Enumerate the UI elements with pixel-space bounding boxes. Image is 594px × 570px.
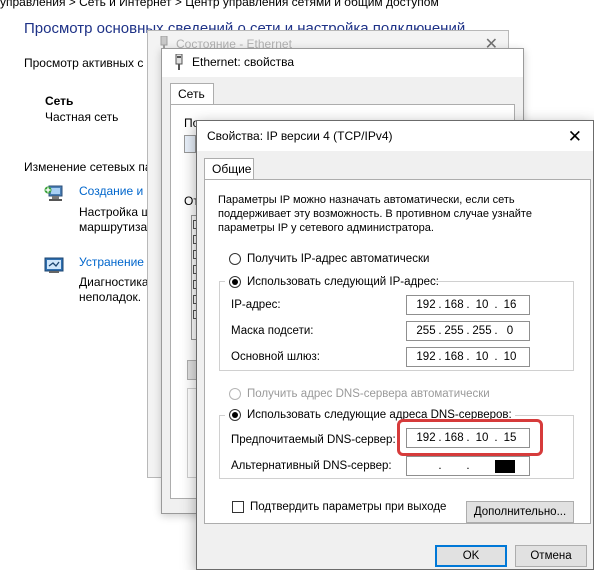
radio-manual-ip-label: Использовать следующий IP-адрес: bbox=[247, 276, 439, 288]
active-networks-label: Просмотр активных с bbox=[24, 56, 144, 70]
ipv4-properties-dialog: Свойства: IP версии 4 (TCP/IPv4) ✕ Общие… bbox=[196, 120, 594, 570]
pdns-octet-3[interactable]: 10 bbox=[472, 432, 492, 444]
tab-network[interactable]: Сеть bbox=[170, 83, 214, 105]
create-connection-desc-2: маршрутиза bbox=[79, 220, 148, 234]
ip-octet-1[interactable]: 192 bbox=[416, 299, 436, 311]
alternate-dns-field[interactable]: . . . bbox=[406, 456, 530, 476]
tab-general[interactable]: Общие bbox=[204, 158, 254, 180]
ok-button[interactable]: OK bbox=[435, 545, 507, 567]
radio-auto-dns[interactable] bbox=[229, 388, 241, 403]
radio-auto-ip-circle[interactable] bbox=[229, 253, 241, 265]
gateway-octet-3[interactable]: 10 bbox=[472, 351, 492, 363]
advanced-button[interactable]: Дополнительно... bbox=[466, 501, 574, 523]
text-cursor bbox=[495, 460, 515, 473]
ipv4-dialog-title: Свойства: IP версии 4 (TCP/IPv4) bbox=[207, 129, 393, 143]
ethernet-window-title: Ethernet: свойства bbox=[192, 55, 295, 69]
troubleshoot-desc-1: Диагностика bbox=[79, 275, 149, 289]
tab-network-label: Сеть bbox=[178, 87, 205, 101]
mask-octet-2[interactable]: 255 bbox=[444, 325, 464, 337]
mask-octet-4[interactable]: 0 bbox=[500, 325, 520, 337]
network-adapter-icon bbox=[173, 53, 185, 70]
alternate-dns-label: Альтернативный DNS-сервер: bbox=[231, 460, 392, 472]
create-connection-link[interactable]: Создание и н bbox=[79, 184, 153, 198]
radio-manual-ip[interactable] bbox=[229, 276, 241, 291]
ip-octet-4[interactable]: 16 bbox=[500, 299, 520, 311]
validate-checkbox-label: Подтвердить параметры при выходе bbox=[250, 501, 447, 513]
radio-manual-dns[interactable] bbox=[229, 409, 241, 424]
adapter-box bbox=[184, 135, 196, 153]
pdns-octet-1[interactable]: 192 bbox=[416, 432, 436, 444]
gateway-octet-1[interactable]: 192 bbox=[416, 351, 436, 363]
network-type: Частная сеть bbox=[45, 110, 119, 124]
subnet-mask-label: Маска подсети: bbox=[231, 325, 314, 337]
change-settings-header: Изменение сетевых па bbox=[24, 160, 152, 174]
mask-octet-1[interactable]: 255 bbox=[416, 325, 436, 337]
radio-manual-ip-circle[interactable] bbox=[229, 276, 241, 288]
create-connection-desc-1: Настройка ш bbox=[79, 205, 152, 219]
troubleshoot-icon bbox=[44, 256, 66, 276]
default-gateway-field[interactable]: 192. 168. 10. 10 bbox=[406, 347, 530, 367]
description-text: Параметры IP можно назначать автоматичес… bbox=[218, 194, 532, 234]
radio-auto-dns-label: Получить адрес DNS-сервера автоматически bbox=[247, 388, 490, 400]
validate-checkbox[interactable] bbox=[232, 501, 244, 516]
pdns-octet-4[interactable]: 15 bbox=[500, 432, 520, 444]
default-gateway-label: Основной шлюз: bbox=[231, 351, 320, 363]
troubleshoot-desc-2: неполадок. bbox=[79, 290, 142, 304]
network-setup-icon bbox=[44, 184, 66, 204]
ip-octet-2[interactable]: 168 bbox=[444, 299, 464, 311]
cancel-button[interactable]: Отмена bbox=[515, 545, 587, 567]
pdns-octet-2[interactable]: 168 bbox=[444, 432, 464, 444]
ip-octet-3[interactable]: 10 bbox=[472, 299, 492, 311]
tab-general-label: Общие bbox=[212, 162, 252, 176]
ip-address-label: IP-адрес: bbox=[231, 299, 281, 311]
gateway-octet-2[interactable]: 168 bbox=[444, 351, 464, 363]
mask-octet-3[interactable]: 255 bbox=[472, 325, 492, 337]
validate-checkbox-box[interactable] bbox=[232, 501, 244, 513]
breadcrumb: управления > Сеть и Интернет > Центр упр… bbox=[0, 0, 439, 9]
radio-auto-ip-label: Получить IP-адрес автоматически bbox=[247, 253, 430, 265]
close-icon[interactable]: ✕ bbox=[568, 128, 582, 145]
radio-manual-dns-circle[interactable] bbox=[229, 409, 241, 421]
troubleshoot-link[interactable]: Устранение bbox=[79, 255, 144, 269]
radio-auto-dns-circle[interactable] bbox=[229, 388, 241, 400]
ip-address-field[interactable]: 192. 168. 10. 16 bbox=[406, 295, 530, 315]
subnet-mask-field[interactable]: 255. 255. 255. 0 bbox=[406, 321, 530, 341]
preferred-dns-label: Предпочитаемый DNS-сервер: bbox=[231, 434, 396, 446]
gateway-octet-4[interactable]: 10 bbox=[500, 351, 520, 363]
radio-auto-ip[interactable] bbox=[229, 253, 241, 268]
preferred-dns-field[interactable]: 192. 168. 10. 15 bbox=[406, 428, 530, 448]
network-name: Сеть bbox=[45, 94, 74, 108]
